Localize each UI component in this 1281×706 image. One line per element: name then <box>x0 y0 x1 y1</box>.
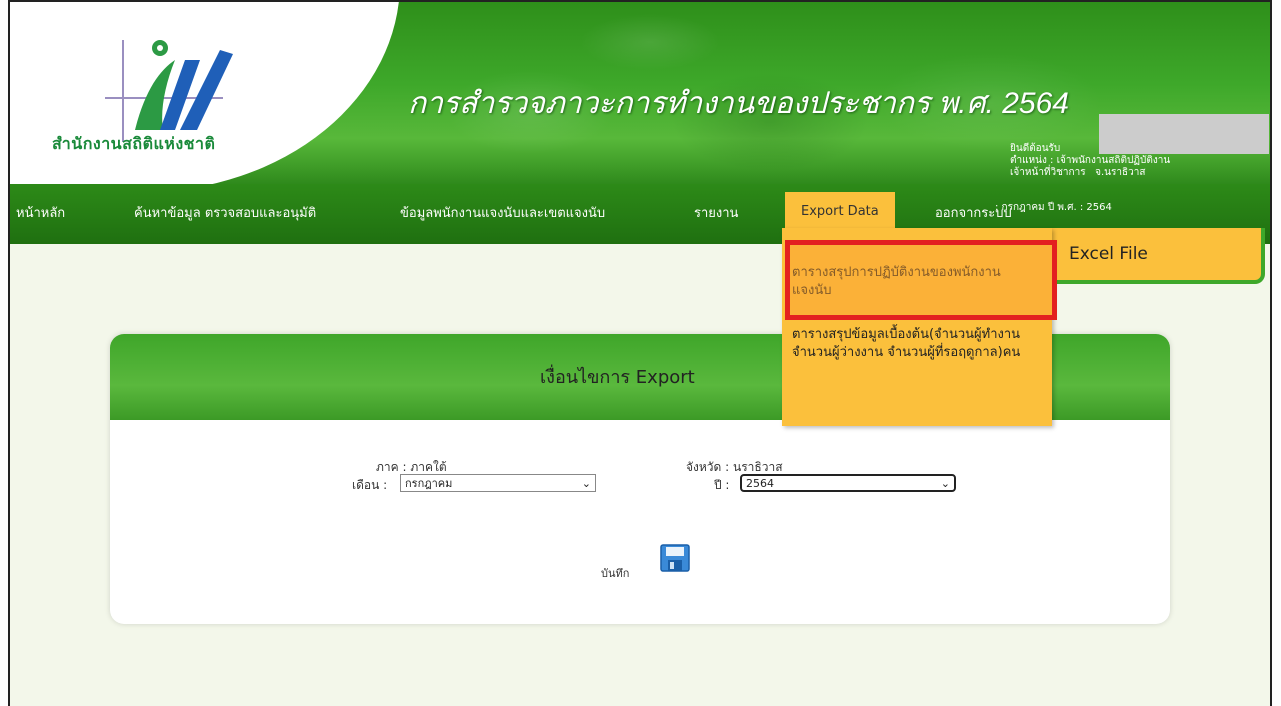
excel-file-tab[interactable]: Excel File <box>1045 228 1265 284</box>
save-icon[interactable] <box>660 544 690 572</box>
nso-logo-icon <box>105 40 233 142</box>
month-select-value: กรกฎาคม <box>405 477 453 490</box>
browser-viewport: สำนักงานสถิติแห่งชาติ การสำรวจภาวะการทำง… <box>8 0 1272 706</box>
menu-item-preliminary-summary[interactable]: ตารางสรุปข้อมูลเบื้องต้น(จำนวนผู้ทำงาน จ… <box>792 326 1032 362</box>
org-name: สำนักงานสถิติแห่งชาติ <box>52 134 216 153</box>
user-position: ตำแหน่ง : เจ้าพนักงานสถิติปฏิบัติงาน <box>1010 155 1171 166</box>
site-title: การสำรวจภาวะการทำงานของประชากร พ.ศ. 2564 <box>408 87 1069 120</box>
nav-home[interactable]: หน้าหลัก <box>16 202 65 223</box>
year-select[interactable]: 2564 ⌄ <box>740 474 956 492</box>
chevron-down-icon: ⌄ <box>581 476 591 490</box>
user-officer: เจ้าหน้าที่วิชาการ <box>1010 167 1086 178</box>
user-info: ยินดีต้อนรับ ตำแหน่ง : เจ้าพนักงานสถิติป… <box>1010 143 1170 179</box>
highlight-box <box>785 240 1057 320</box>
nav-search-approve[interactable]: ค้นหาข้อมูล ตรวจสอบและอนุมัติ <box>134 202 316 223</box>
month-select[interactable]: กรกฎาคม ⌄ <box>400 474 596 492</box>
nav-report[interactable]: รายงาน <box>694 202 738 223</box>
save-label: บันทึก <box>601 567 630 580</box>
year-select-value: 2564 <box>746 476 774 490</box>
excel-file-label: Excel File <box>1069 244 1148 264</box>
panel-title: เงื่อนไขการ Export <box>540 367 695 388</box>
month-label: เดือน : <box>352 478 388 492</box>
welcome-text: ยินดีต้อนรับ <box>1010 143 1061 154</box>
month-year-info: : กรกฎาคม ปี พ.ศ. : 2564 <box>995 202 1112 213</box>
year-label: ปี : <box>714 478 730 492</box>
chevron-down-icon: ⌄ <box>940 476 950 490</box>
nav-enumerator-data[interactable]: ข้อมูลพนักงานแจงนับและเขตแจงนับ <box>400 202 605 223</box>
user-province: จ.นราธิวาส <box>1095 167 1146 178</box>
header-banner: สำนักงานสถิติแห่งชาติ การสำรวจภาวะการทำง… <box>10 2 1270 184</box>
